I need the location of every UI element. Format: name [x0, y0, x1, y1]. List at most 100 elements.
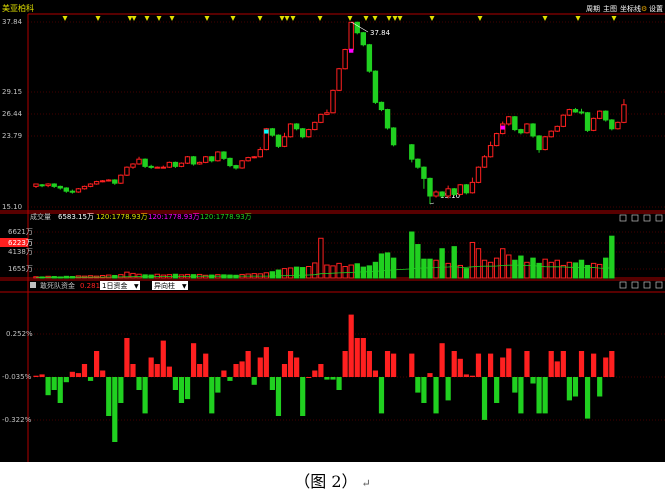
candle-body: [487, 145, 494, 158]
signal-marker-icon: [230, 16, 236, 21]
high-price-label: 37.84: [370, 29, 391, 37]
candle-body: [372, 70, 379, 103]
candle-body: [493, 133, 500, 147]
fund-bar: [130, 364, 136, 377]
candle-body: [390, 127, 397, 146]
marker-magenta: [348, 48, 354, 53]
candle-body: [360, 32, 367, 46]
candle-body: [409, 144, 415, 160]
panel-frames: [0, 13, 665, 462]
fund-bar: [494, 377, 500, 403]
volume-bar: [475, 248, 482, 279]
candle-body: [584, 112, 591, 131]
volume-bar: [269, 271, 276, 279]
fund-dropdown-period-label: 1日资金: [102, 281, 127, 290]
toolbar-settings[interactable]: 设置: [649, 4, 663, 13]
fund-bar: [603, 357, 609, 377]
toolbar-main[interactable]: 主图: [603, 4, 617, 13]
signal-marker-icon: [372, 16, 378, 21]
fund-bars: [33, 314, 615, 442]
signal-marker-icon: [284, 16, 290, 21]
candle-body: [190, 156, 197, 165]
candle-body: [287, 123, 294, 138]
toolbar-period[interactable]: 周期: [586, 5, 600, 13]
volume-bar: [390, 257, 397, 279]
signal-marker-icon: [127, 16, 133, 21]
fund-bar: [245, 351, 251, 377]
volume-bar: [233, 274, 239, 279]
volume-bar: [336, 262, 342, 279]
stock-chart[interactable]: 美亚柏科 周期 主图 坐标线 ⚙ 设置 37.84 29.15 26.44 23…: [0, 0, 665, 462]
candle-body: [457, 184, 463, 195]
candle-body: [209, 156, 215, 162]
volume-bar: [433, 259, 439, 279]
signal-marker-icon: [397, 16, 403, 21]
chevron-down-icon: ▼: [134, 283, 139, 290]
candle-body: [615, 121, 621, 130]
signal-marker-icon: [279, 16, 285, 21]
candle-body: [215, 151, 221, 162]
gear-icon[interactable]: ⚙: [641, 5, 647, 13]
volume-bar: [548, 261, 554, 279]
chart-canvas[interactable]: 美亚柏科 周期 主图 坐标线 ⚙ 设置 37.84 29.15 26.44 23…: [0, 0, 665, 462]
signal-marker-icon: [131, 16, 137, 21]
candle-body: [293, 123, 300, 130]
panel-tool-icon: [655, 281, 663, 289]
fund-bar: [190, 343, 197, 377]
candle-body: [427, 177, 433, 197]
candle-body: [572, 109, 579, 113]
volume-ma1: 120:1778.93万: [96, 213, 148, 221]
signal-marker-icon: [542, 16, 548, 21]
fund-bar: [451, 351, 457, 377]
ytick-price-4: 15.10: [2, 203, 22, 211]
candle-body: [124, 166, 130, 176]
fund-bar: [33, 375, 39, 377]
signal-marker-icon: [169, 16, 175, 21]
fund-bar: [106, 377, 112, 416]
signal-marker-icon: [575, 16, 581, 21]
fund-bar: [560, 351, 566, 377]
volume-bar: [154, 273, 160, 279]
volume-bar: [590, 262, 597, 279]
candle-body: [33, 183, 39, 187]
volume-bar: [554, 259, 560, 279]
candle-body: [57, 185, 63, 189]
ytick-fund-0: 0.252%: [6, 330, 33, 338]
candle-body: [299, 128, 306, 138]
fund-bar: [148, 357, 154, 377]
fund-bar: [360, 338, 366, 377]
volume-bar: [348, 264, 354, 279]
fund-bar: [184, 377, 191, 400]
signal-marker-icon: [317, 16, 323, 21]
volume-bar: [306, 266, 312, 279]
candle-body: [178, 162, 185, 167]
fund-dropdown-style-label: 异向柱: [154, 281, 175, 290]
panel-tool-icon: [631, 214, 639, 222]
ytick-price-0: 37.84: [2, 18, 23, 26]
candle-body: [318, 113, 324, 123]
panel-tool-icon: [643, 281, 651, 289]
return-mark-icon: ↵: [361, 477, 371, 490]
marker-magenta: [500, 125, 505, 130]
fund-bar: [427, 373, 433, 377]
volume-bar: [421, 258, 427, 279]
candle-body: [596, 110, 603, 119]
candle-body: [451, 188, 457, 195]
volume-bar: [566, 261, 573, 279]
candle-body: [87, 183, 94, 187]
candle-body: [106, 179, 112, 182]
volume-bar: [287, 267, 294, 279]
toolbar-axis[interactable]: 坐标线: [620, 4, 641, 13]
fund-bar: [445, 377, 451, 401]
candle-body: [506, 116, 512, 125]
candle-body: [603, 110, 609, 121]
fund-bar: [584, 377, 591, 419]
signal-marker-icon: [156, 16, 162, 21]
figure-caption: （图 2） ↵: [0, 468, 665, 492]
fund-bar: [269, 377, 275, 390]
candle-body: [275, 134, 282, 147]
volume-bar: [578, 259, 585, 279]
fund-bar: [591, 353, 597, 377]
fund-checkbox[interactable]: [30, 282, 36, 288]
volume-bar: [518, 255, 524, 279]
